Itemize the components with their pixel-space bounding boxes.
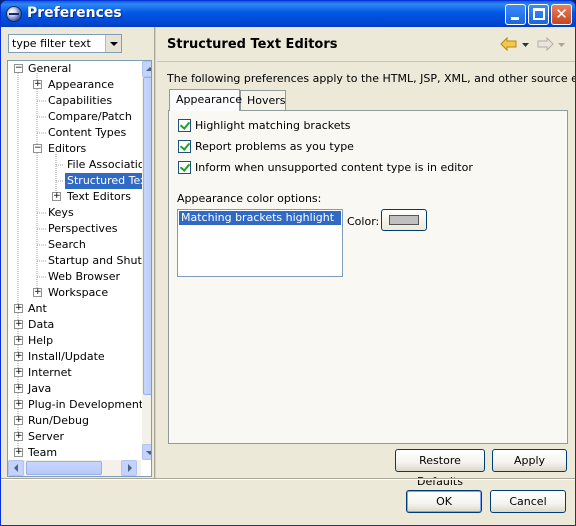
list-item[interactable]: Matching brackets highlight: [179, 211, 341, 225]
tree-item-data[interactable]: Data: [28, 317, 54, 333]
tree-horizontal-scrollbar[interactable]: [8, 460, 141, 476]
vertical-scroll-thumb[interactable]: [143, 77, 151, 395]
tree-item-workspace[interactable]: Workspace: [48, 285, 108, 301]
tree-item-plugin-development[interactable]: Plug-in Development: [28, 397, 143, 413]
appearance-color-options-label: Appearance color options:: [177, 192, 322, 205]
color-picker-button[interactable]: [381, 209, 427, 231]
tree-item-editors[interactable]: Editors: [48, 141, 86, 157]
highlight-brackets-label[interactable]: Highlight matching brackets: [195, 119, 351, 132]
horizontal-scroll-thumb[interactable]: [26, 461, 102, 475]
page-title: Structured Text Editors: [167, 37, 338, 52]
tree-item-capabilities[interactable]: Capabilities: [48, 93, 112, 109]
expand-run-debug-icon[interactable]: +: [14, 416, 23, 425]
preferences-window: Preferences ✕ type filter text − General…: [0, 0, 576, 526]
page-description: The following preferences apply to the H…: [167, 72, 576, 85]
expand-team-icon[interactable]: +: [14, 448, 23, 457]
filter-input[interactable]: type filter text: [8, 34, 122, 53]
scroll-down-arrow-icon[interactable]: [142, 444, 151, 460]
tree-item-appearance[interactable]: Appearance: [48, 77, 114, 93]
expand-internet-icon[interactable]: +: [14, 368, 23, 377]
minimize-icon: [511, 17, 519, 20]
tree-item-content-types[interactable]: Content Types: [48, 125, 126, 141]
expand-help-icon[interactable]: +: [14, 336, 23, 345]
minimize-button[interactable]: [505, 4, 526, 25]
preferences-tree[interactable]: − General + Appearance Capabilities Comp…: [7, 60, 152, 477]
tree-item-keys[interactable]: Keys: [48, 205, 74, 221]
inform-unsupported-checkbox[interactable]: [178, 161, 191, 174]
page-header: Structured Text Editors: [157, 27, 575, 62]
scroll-right-arrow-icon[interactable]: [121, 460, 137, 476]
maximize-icon: [533, 8, 545, 20]
tab-appearance[interactable]: Appearance: [169, 89, 242, 111]
back-arrow-icon[interactable]: [500, 37, 518, 51]
tree-item-team[interactable]: Team: [28, 445, 57, 461]
color-options-list[interactable]: Matching brackets highlight: [177, 209, 343, 277]
tree-item-internet[interactable]: Internet: [28, 365, 72, 381]
tree-item-help[interactable]: Help: [28, 333, 53, 349]
expand-data-icon[interactable]: +: [14, 320, 23, 329]
collapse-editors-icon[interactable]: −: [33, 144, 42, 153]
expand-plugin-development-icon[interactable]: +: [14, 400, 23, 409]
tab-hovers[interactable]: Hovers: [240, 90, 286, 111]
apply-button[interactable]: Apply: [492, 449, 567, 472]
close-icon: ✕: [555, 5, 568, 23]
tree-vertical-scrollbar[interactable]: [142, 61, 151, 460]
title-bar[interactable]: Preferences ✕: [1, 1, 575, 27]
expand-workspace-icon[interactable]: +: [33, 288, 42, 297]
eclipse-app-icon: [6, 6, 22, 22]
forward-dropdown-chevron-icon[interactable]: [557, 37, 566, 51]
maximize-button[interactable]: [528, 4, 549, 25]
tree-item-install-update[interactable]: Install/Update: [28, 349, 105, 365]
scroll-up-arrow-icon[interactable]: [142, 61, 151, 77]
tree-item-java[interactable]: Java: [28, 381, 51, 397]
tree-item-search[interactable]: Search: [48, 237, 86, 253]
inform-unsupported-label[interactable]: Inform when unsupported content type is …: [195, 161, 473, 174]
color-swatch: [389, 215, 419, 225]
expand-text-editors-icon[interactable]: +: [52, 192, 61, 201]
expand-appearance-icon[interactable]: +: [33, 80, 42, 89]
tree-item-structured-text-editors[interactable]: Structured Tex: [65, 173, 149, 189]
forward-arrow-icon[interactable]: [536, 37, 554, 51]
tree-item-server[interactable]: Server: [28, 429, 64, 445]
tree-item-ant[interactable]: Ant: [28, 301, 47, 317]
tree-item-run-debug[interactable]: Run/Debug: [28, 413, 89, 429]
scroll-left-arrow-icon[interactable]: [8, 460, 24, 476]
restore-defaults-button[interactable]: Restore Defaults: [395, 449, 485, 488]
tree-item-file-associations[interactable]: File Associatio: [67, 157, 145, 173]
back-dropdown-chevron-icon[interactable]: [521, 37, 530, 51]
color-label: Color:: [347, 215, 380, 228]
report-problems-label[interactable]: Report problems as you type: [195, 140, 354, 153]
report-problems-checkbox[interactable]: [178, 140, 191, 153]
close-button[interactable]: ✕: [551, 4, 572, 25]
button-bar-separator: [1, 478, 575, 480]
expand-java-icon[interactable]: +: [14, 384, 23, 393]
expand-ant-icon[interactable]: +: [14, 304, 23, 313]
tree-item-perspectives[interactable]: Perspectives: [48, 221, 117, 237]
tree-item-startup-and-shutdown[interactable]: Startup and Shutd: [48, 253, 149, 269]
filter-dropdown-button[interactable]: [105, 35, 121, 52]
pane-splitter[interactable]: [154, 27, 156, 479]
tree-item-text-editors[interactable]: Text Editors: [67, 189, 131, 205]
collapse-general-icon[interactable]: −: [14, 64, 23, 73]
window-title: Preferences: [27, 5, 122, 21]
expand-install-update-icon[interactable]: +: [14, 352, 23, 361]
cancel-button[interactable]: Cancel: [490, 490, 566, 513]
highlight-brackets-checkbox[interactable]: [178, 119, 191, 132]
filter-text: type filter text: [12, 37, 91, 50]
tree-item-compare-patch[interactable]: Compare/Patch: [48, 109, 132, 125]
appearance-tab-panel: Highlight matching brackets Report probl…: [168, 110, 568, 444]
ok-button[interactable]: OK: [406, 490, 482, 513]
expand-server-icon[interactable]: +: [14, 432, 23, 441]
tree-item-web-browser[interactable]: Web Browser: [48, 269, 120, 285]
tree-item-general[interactable]: General: [28, 61, 71, 77]
